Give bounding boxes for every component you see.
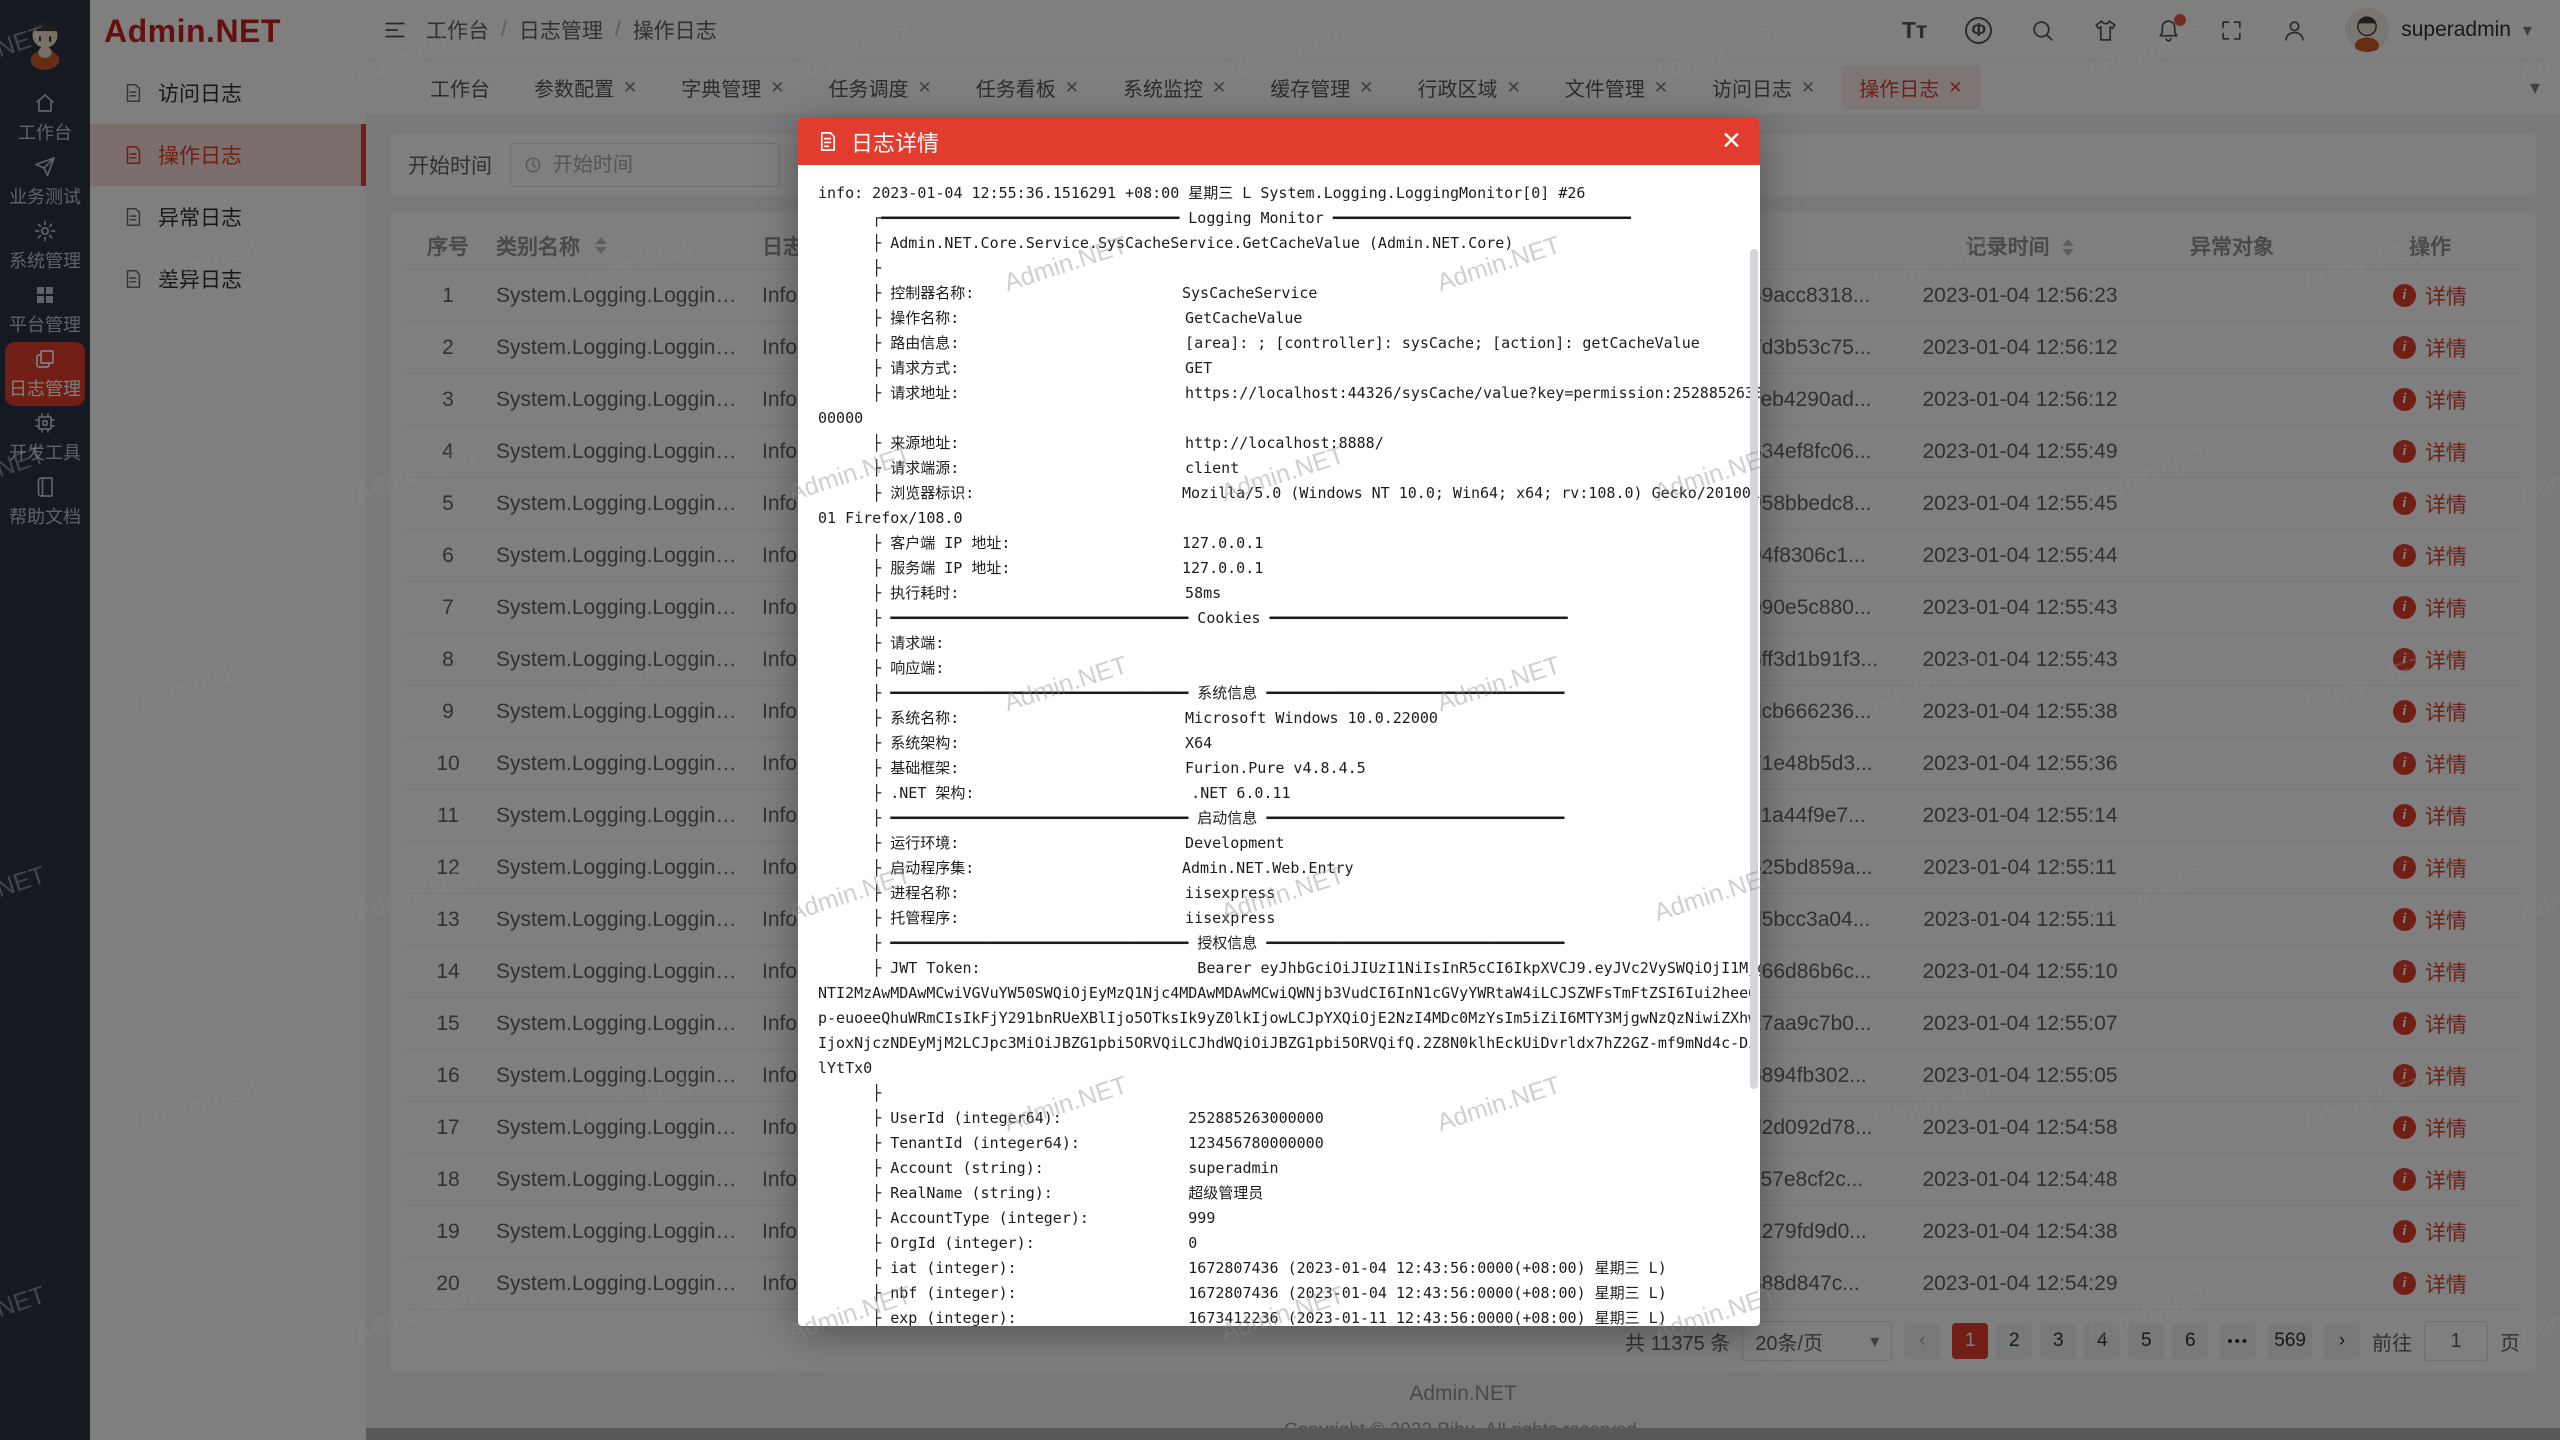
log-detail-modal: 日志详情 ✕ info: 2023-01-04 12:55:36.1516291… <box>798 118 1760 1326</box>
modal-scrollbar[interactable] <box>1750 249 1758 1089</box>
log-text: info: 2023-01-04 12:55:36.1516291 +08:00… <box>818 181 1740 1326</box>
close-icon[interactable]: ✕ <box>1721 129 1742 154</box>
modal-header: 日志详情 ✕ <box>798 118 1760 165</box>
modal-title: 日志详情 <box>851 126 939 158</box>
modal-body: info: 2023-01-04 12:55:36.1516291 +08:00… <box>798 165 1760 1326</box>
document-icon <box>816 130 839 153</box>
